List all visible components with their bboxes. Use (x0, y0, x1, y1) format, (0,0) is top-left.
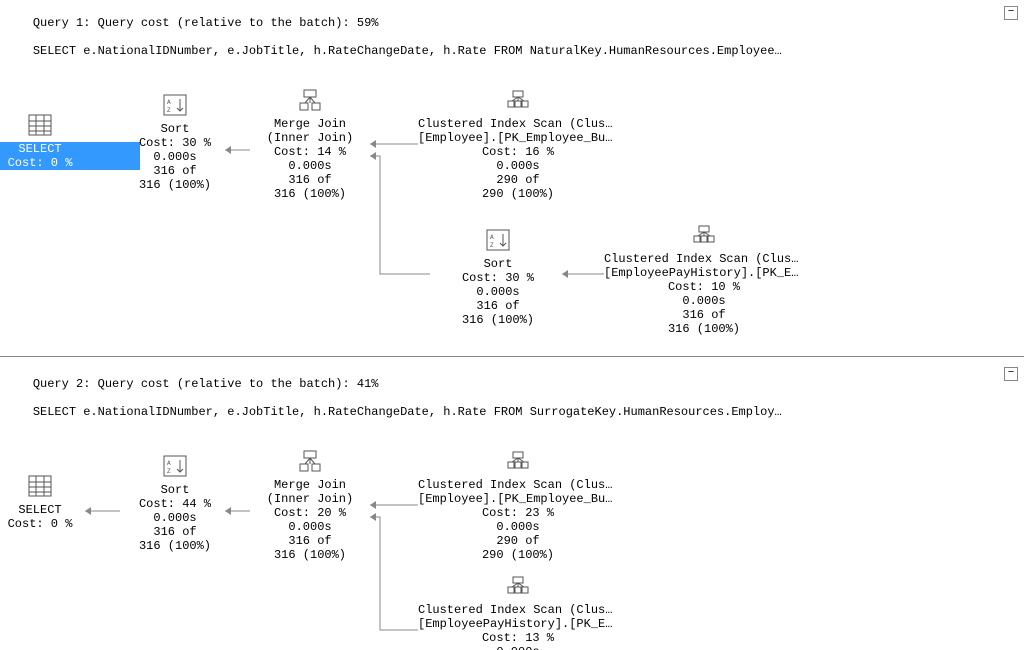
query1-node-scan-employee[interactable]: Clustered Index Scan (Cluste… [Employee]… (418, 89, 618, 201)
query2-cost-line: Query 2: Query cost (relative to the bat… (33, 377, 379, 391)
sort2-rows: 316 of (398, 299, 598, 313)
q2-scan-rows: 290 of (418, 534, 618, 548)
svg-text:A: A (167, 99, 171, 106)
merge-op: Merge Join (210, 117, 410, 131)
scan2-obj: [EmployeePayHistory].[PK_Emp… (604, 266, 804, 280)
q2-merge-pct: 316 (100%) (210, 548, 410, 562)
svg-text:A: A (490, 234, 494, 241)
sort2-cost: Cost: 30 % (398, 271, 598, 285)
query1-block: Query 1: Query cost (relative to the bat… (0, 0, 1024, 354)
svg-text:Z: Z (490, 242, 494, 249)
q2-scan-time: 0.000s (418, 520, 618, 534)
sort-icon: AZ (163, 94, 187, 116)
q2-scan-pct: 290 (100%) (418, 548, 618, 562)
sort-icon: AZ (163, 455, 187, 477)
svg-text:A: A (167, 460, 171, 467)
q2-scan2-time: 0.000s (418, 645, 618, 650)
merge-join-icon (298, 89, 322, 111)
merge-rows: 316 of (210, 173, 410, 187)
query2-header: Query 2: Query cost (relative to the bat… (0, 361, 998, 435)
query1-node-sort2[interactable]: AZ Sort Cost: 30 % 0.000s 316 of 316 (10… (398, 229, 598, 327)
query2-block: Query 2: Query cost (relative to the bat… (0, 361, 1024, 650)
scan-cost: Cost: 16 % (418, 145, 618, 159)
scan2-pct: 316 (100%) (604, 322, 804, 336)
scan2-time: 0.000s (604, 294, 804, 308)
query2-node-scan-employee[interactable]: Clustered Index Scan (Cluste… [Employee]… (418, 450, 618, 562)
q2-merge-cost: Cost: 20 % (210, 506, 410, 520)
table-icon (28, 475, 52, 497)
q2-scan-cost: Cost: 23 % (418, 506, 618, 520)
query1-sql-line: SELECT e.NationalIDNumber, e.JobTitle, h… (33, 44, 782, 58)
query-separator (0, 356, 1024, 357)
q2-scan2-op: Clustered Index Scan (Cluste… (418, 603, 618, 617)
q2-merge-time: 0.000s (210, 520, 410, 534)
q2-merge-op: Merge Join (210, 478, 410, 492)
query1-collapse-button[interactable]: − (1004, 6, 1018, 20)
query1-node-scan-payhistory[interactable]: Clustered Index Scan (Cluste… [EmployeeP… (604, 224, 804, 336)
merge-cost: Cost: 14 % (210, 145, 410, 159)
index-scan-icon (506, 575, 530, 597)
merge-join-icon (298, 450, 322, 472)
sort2-time: 0.000s (398, 285, 598, 299)
query2-collapse-button[interactable]: − (1004, 367, 1018, 381)
q2-merge-rows: 316 of (210, 534, 410, 548)
query2-plan: SELECT Cost: 0 % AZ Sort Cost: 44 % 0.00… (0, 435, 1024, 650)
query2-sql-line: SELECT e.NationalIDNumber, e.JobTitle, h… (33, 405, 782, 419)
table-icon (28, 114, 52, 136)
q2-scan-op: Clustered Index Scan (Cluste… (418, 478, 618, 492)
merge-pct: 316 (100%) (210, 187, 410, 201)
query1-header: Query 1: Query cost (relative to the bat… (0, 0, 998, 74)
scan2-cost: Cost: 10 % (604, 280, 804, 294)
q2-merge-sub: (Inner Join) (210, 492, 410, 506)
svg-text:Z: Z (167, 107, 171, 114)
scan2-rows: 316 of (604, 308, 804, 322)
q2-scan-obj: [Employee].[PK_Employee_Busi… (418, 492, 618, 506)
scan-time: 0.000s (418, 159, 618, 173)
scan-op: Clustered Index Scan (Cluste… (418, 117, 618, 131)
sort2-op: Sort (398, 257, 598, 271)
query2-node-scan-payhistory[interactable]: Clustered Index Scan (Cluste… [EmployeeP… (418, 575, 618, 650)
query2-node-merge[interactable]: Merge Join (Inner Join) Cost: 20 % 0.000… (210, 450, 410, 562)
query1-cost-line: Query 1: Query cost (relative to the bat… (33, 16, 379, 30)
scan2-op: Clustered Index Scan (Cluste… (604, 252, 804, 266)
index-scan-icon (692, 224, 716, 246)
scan-rows: 290 of (418, 173, 618, 187)
q2-scan2-cost: Cost: 13 % (418, 631, 618, 645)
query1-plan: SELECT Cost: 0 % AZ Sort Cost: 30 % 0.00… (0, 74, 1024, 354)
query1-node-merge[interactable]: Merge Join (Inner Join) Cost: 14 % 0.000… (210, 89, 410, 201)
q2-scan2-obj: [EmployeePayHistory].[PK_Emp… (418, 617, 618, 631)
index-scan-icon (506, 450, 530, 472)
scan-obj: [Employee].[PK_Employee_Busi… (418, 131, 618, 145)
svg-text:Z: Z (167, 468, 171, 475)
sort-icon: AZ (486, 229, 510, 251)
scan-pct: 290 (100%) (418, 187, 618, 201)
sort2-pct: 316 (100%) (398, 313, 598, 327)
merge-sub: (Inner Join) (210, 131, 410, 145)
index-scan-icon (506, 89, 530, 111)
merge-time: 0.000s (210, 159, 410, 173)
